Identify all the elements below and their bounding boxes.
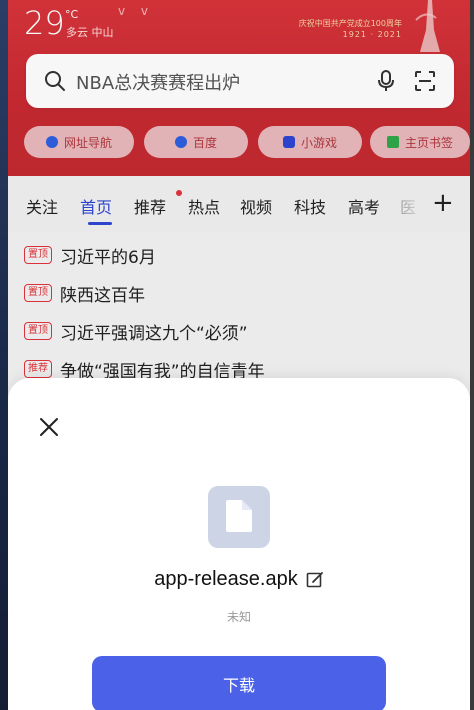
file-icon	[208, 486, 270, 548]
file-size: 未知	[226, 610, 251, 624]
background-edge-right	[470, 0, 474, 710]
filename-row: app-release.apk	[8, 568, 470, 591]
document-icon	[226, 500, 252, 532]
edit-icon[interactable]	[306, 571, 324, 589]
download-button[interactable]: 下载	[92, 656, 386, 710]
background-edge	[0, 0, 8, 710]
filename: app-release.apk	[154, 568, 298, 590]
close-icon[interactable]	[38, 416, 60, 438]
download-sheet: app-release.apk 未知 下载	[8, 378, 470, 710]
browser-screen: 29 °C 多云 中山 ⅴ ⅴ 庆祝中国共产党成立100周年 1921 · 20…	[8, 0, 470, 710]
